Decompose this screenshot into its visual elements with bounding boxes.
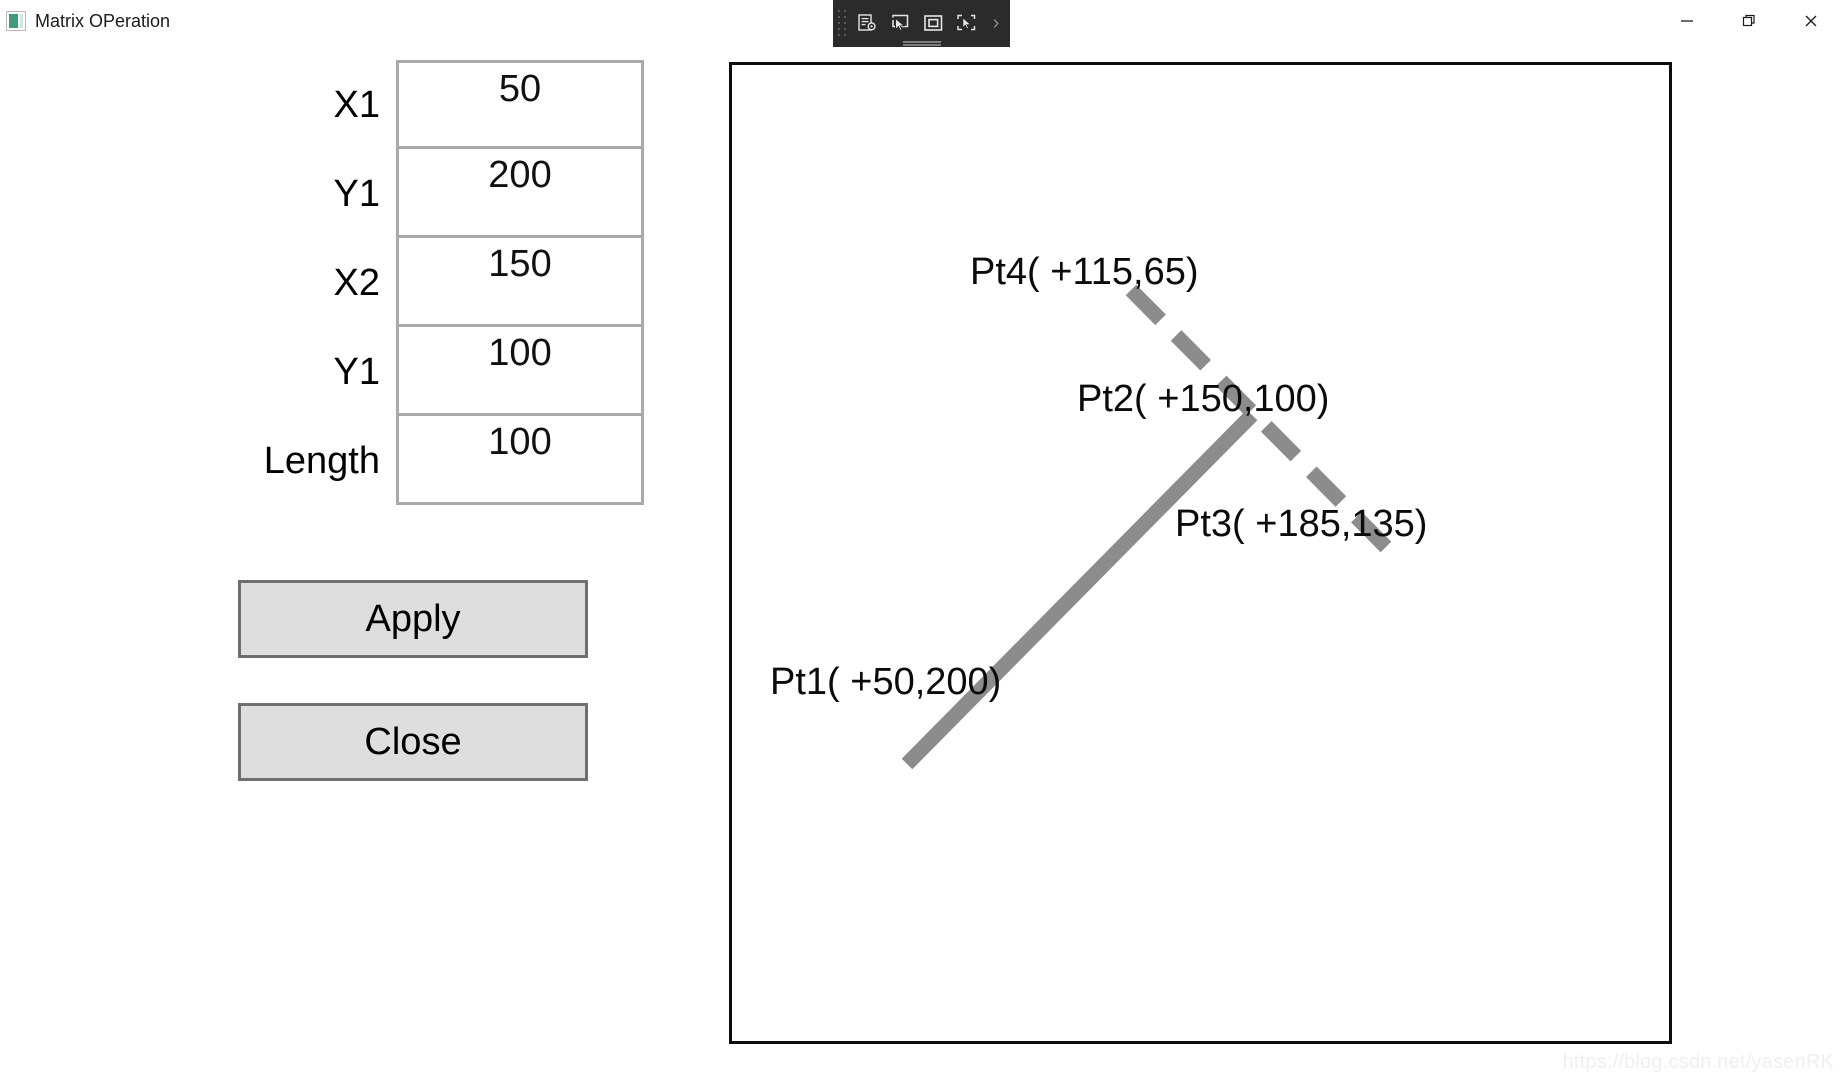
drag-handle-icon[interactable] bbox=[837, 9, 848, 39]
geometry-drawing bbox=[901, 284, 1393, 770]
close-icon bbox=[1805, 15, 1817, 27]
field-label-y1: Y1 bbox=[333, 172, 380, 215]
snip-settings-icon bbox=[858, 14, 876, 31]
toolbar-resize-handle[interactable] bbox=[902, 41, 941, 43]
restore-icon bbox=[1742, 14, 1755, 27]
field-label-x1: X1 bbox=[333, 83, 380, 126]
apply-button[interactable]: Apply bbox=[238, 580, 588, 658]
field-row-length: Length 100 bbox=[0, 416, 660, 505]
field-row-y1: Y1 200 bbox=[0, 149, 660, 238]
field-row-x2: X2 150 bbox=[0, 238, 660, 327]
field-input-y2[interactable]: 100 bbox=[396, 327, 644, 416]
minimize-icon bbox=[1681, 20, 1693, 22]
rectangle-snip-button[interactable] bbox=[917, 7, 950, 41]
point-label-pt1: Pt1( +50,200) bbox=[770, 661, 1002, 703]
field-input-y1[interactable]: 200 bbox=[396, 149, 644, 238]
window-controls bbox=[1656, 0, 1842, 42]
app-window-icon bbox=[6, 11, 26, 31]
drawing-canvas[interactable]: Pt4( +115,65) Pt2( +150,100) Pt3( +185,1… bbox=[729, 62, 1672, 1044]
close-button-window[interactable] bbox=[1780, 0, 1842, 42]
minimize-button[interactable] bbox=[1656, 0, 1718, 42]
point-label-pt2: Pt2( +150,100) bbox=[1077, 378, 1330, 420]
watermark-text: https://blog.csdn.net/yasenRK bbox=[1562, 1051, 1834, 1073]
field-input-length[interactable]: 100 bbox=[396, 416, 644, 505]
field-label-x2: X2 bbox=[333, 261, 380, 304]
field-label-y2: Y1 bbox=[333, 350, 380, 393]
fullscreen-snip-button[interactable] bbox=[950, 7, 983, 41]
field-label-length: Length bbox=[263, 439, 380, 482]
solid-line-segment bbox=[901, 409, 1258, 770]
titlebar-left-group: Matrix OPeration bbox=[6, 0, 170, 42]
rectangle-select-icon bbox=[924, 15, 943, 31]
snip-settings-button[interactable] bbox=[851, 7, 884, 41]
field-row-y2: Y1 100 bbox=[0, 327, 660, 416]
field-input-x1[interactable]: 50 bbox=[396, 60, 644, 149]
window-snip-button[interactable] bbox=[884, 7, 917, 41]
dialog-button-stack: Apply Close bbox=[238, 580, 588, 826]
field-row-x1: X1 50 bbox=[0, 60, 660, 149]
field-input-x2[interactable]: 150 bbox=[396, 238, 644, 327]
chevron-right-icon[interactable]: › bbox=[983, 7, 1009, 41]
point-label-pt4: Pt4( +115,65) bbox=[970, 251, 1199, 293]
close-button[interactable]: Close bbox=[238, 703, 588, 781]
screen-capture-toolbar[interactable]: › bbox=[833, 0, 1010, 47]
point-label-pt3: Pt3( +185,135) bbox=[1175, 503, 1428, 545]
window-title: Matrix OPeration bbox=[35, 11, 171, 31]
restore-button[interactable] bbox=[1718, 0, 1780, 42]
freeform-capture-icon bbox=[957, 14, 976, 31]
window-select-icon bbox=[892, 14, 909, 32]
